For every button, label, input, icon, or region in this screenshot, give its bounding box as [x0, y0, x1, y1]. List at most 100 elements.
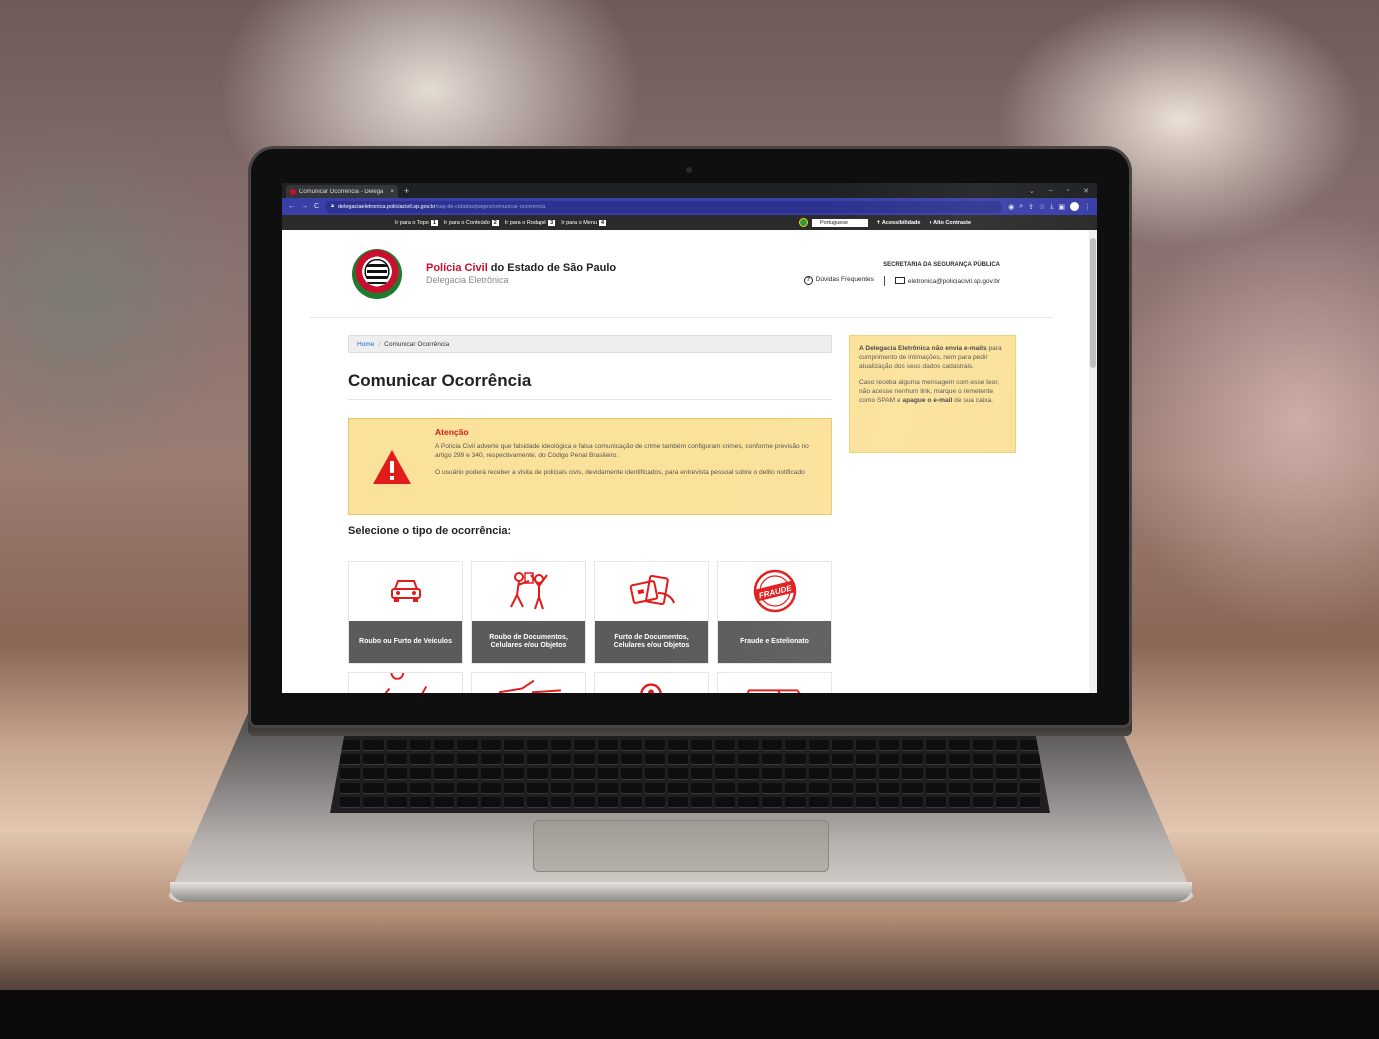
skip-link-footer[interactable]: Ir para o Rodapé 3	[505, 219, 556, 226]
keyboard-key	[527, 782, 548, 794]
card-partial-2[interactable]	[471, 672, 586, 693]
keyboard-key	[902, 740, 923, 752]
close-window-icon[interactable]: ✕	[1083, 187, 1089, 195]
new-tab-button[interactable]: +	[404, 185, 409, 198]
card-partial-3[interactable]	[594, 672, 709, 693]
keyboard-key	[597, 796, 619, 808]
keyboard-key	[1019, 768, 1040, 780]
card-document-theft[interactable]: Furto de Documentos, Celulares e/ou Obje…	[594, 561, 709, 664]
page-scrollbar[interactable]	[1089, 230, 1097, 693]
keyboard-key	[550, 782, 572, 794]
keyboard-key	[363, 768, 384, 780]
profile-avatar[interactable]	[1070, 202, 1079, 211]
envelope-icon	[894, 276, 905, 284]
keyboard-key	[386, 768, 408, 780]
robbery-icon	[509, 572, 548, 610]
keyboard-key	[644, 782, 666, 794]
card-vehicle-theft[interactable]: Roubo ou Furto de Veículos	[348, 561, 463, 664]
forward-icon[interactable]: →	[301, 203, 308, 210]
browser-extensions: ◉ ⌕ ⇪ ☆ ⤓ ▣ ⋮	[1008, 202, 1091, 211]
alert-paragraph-1: A Polícia Civil adverte que falsidade id…	[435, 442, 809, 460]
keyboard-key	[386, 754, 408, 766]
keyboard-key	[785, 740, 806, 752]
browser-tab-strip: Comunicar Ocorrência - Delega × + ⌄ – ▫ …	[282, 183, 1097, 198]
keyboard-key	[668, 740, 689, 752]
occurrence-type-grid-row2	[348, 672, 832, 693]
keyboard-key	[644, 796, 666, 808]
keyboard-key	[644, 768, 666, 780]
keyboard-key	[457, 754, 478, 766]
keyboard-key	[878, 768, 900, 780]
site-header: Polícia Civil do Estado de São Paulo Del…	[310, 230, 1052, 318]
keyboard-key	[691, 754, 712, 766]
keyboard-key	[738, 768, 759, 780]
car-icon	[390, 580, 421, 603]
alert-title: Atenção	[435, 427, 469, 437]
keyboard-key	[597, 754, 619, 766]
faq-link[interactable]: ? Dúvidas Frequentes	[803, 276, 874, 285]
keyboard-key	[949, 740, 970, 752]
browser-tab[interactable]: Comunicar Ocorrência - Delega ×	[286, 185, 398, 198]
sidepanel-icon[interactable]: ▣	[1058, 203, 1065, 211]
scrollbar-thumb[interactable]	[1090, 238, 1096, 368]
back-icon[interactable]: ←	[288, 203, 295, 210]
skip-link-menu[interactable]: Ir para o Menu 4	[561, 219, 607, 226]
restore-icon[interactable]: ▫	[1067, 187, 1069, 195]
keyboard-key	[714, 782, 736, 794]
tab-close-icon[interactable]: ×	[390, 189, 394, 195]
reload-icon[interactable]: C	[314, 203, 319, 210]
browser-menu-icon[interactable]: ⋮	[1084, 203, 1091, 211]
partial-occurrence-icon	[384, 673, 428, 693]
email-link[interactable]: eletronica@policiacivil.sp.gov.br	[894, 276, 1000, 285]
high-contrast-link[interactable]: ◑ Alto Contraste	[928, 220, 971, 226]
accessibility-options: ✝ Acessibilidade ◑ Alto Contraste	[876, 220, 971, 226]
webcam	[686, 167, 692, 173]
keyboard-key	[949, 768, 970, 780]
breadcrumb-separator: /	[378, 340, 381, 348]
card-robbery[interactable]: Roubo de Documentos, Celulares e/ou Obje…	[471, 561, 586, 664]
brand-block: Polícia Civil do Estado de São Paulo Del…	[426, 262, 616, 285]
laptop-keyboard	[330, 735, 1050, 813]
keyboard-key	[433, 796, 455, 808]
download-icon[interactable]: ⤓	[1050, 203, 1053, 211]
keyboard-key	[949, 796, 970, 808]
skip-link-top[interactable]: Ir para o Topo 1	[395, 219, 438, 226]
keyboard-key	[621, 740, 642, 752]
keyboard-key	[574, 796, 595, 808]
keyboard-key	[996, 740, 1017, 752]
keyboard-key	[714, 754, 736, 766]
keyboard-key	[621, 754, 642, 766]
minimize-icon[interactable]: –	[1049, 187, 1053, 195]
keyboard-key	[972, 768, 994, 780]
language-select[interactable]: Portuguese	[811, 218, 868, 227]
card-partial-4[interactable]	[717, 672, 832, 693]
bookmark-star-icon[interactable]: ☆	[1039, 203, 1045, 211]
keyboard-key	[644, 740, 666, 752]
card-fraud[interactable]: FRAUDE Fraude e Estelionato	[717, 561, 832, 664]
keyboard-key	[761, 782, 783, 794]
keyboard-key	[574, 740, 595, 752]
keyboard-key	[832, 768, 853, 780]
accessibility-link[interactable]: ✝ Acessibilidade	[876, 220, 920, 226]
keyboard-key	[808, 768, 830, 780]
skip-link-content[interactable]: Ir para o Conteúdo 2	[444, 219, 499, 226]
tab-search-icon[interactable]: ⌄	[1029, 187, 1035, 195]
keyboard-key	[340, 796, 361, 808]
keyboard-key	[668, 754, 689, 766]
card-partial-1[interactable]	[348, 672, 463, 693]
keyboard-key	[925, 796, 947, 808]
keyboard-key	[691, 782, 712, 794]
share-icon[interactable]: ⇪	[1028, 203, 1034, 211]
extension-icon[interactable]: ◉	[1008, 203, 1014, 211]
keyboard-key	[855, 782, 876, 794]
breadcrumb-home[interactable]: Home	[357, 341, 374, 348]
keyboard-key	[340, 768, 361, 780]
keyboard-key	[714, 740, 736, 752]
zoom-icon[interactable]: ⌕	[1019, 203, 1023, 211]
police-coat-of-arms-logo[interactable]	[352, 248, 402, 299]
keyboard-key	[527, 740, 548, 752]
occurrence-type-grid: Roubo ou Furto de Veículos Roubo de Docu…	[348, 561, 832, 664]
address-bar[interactable]: 🔒︎ delegaciaeletronica.policiacivil.sp.g…	[325, 200, 1003, 213]
keyboard-key	[621, 782, 642, 794]
keyboard-key	[785, 796, 806, 808]
